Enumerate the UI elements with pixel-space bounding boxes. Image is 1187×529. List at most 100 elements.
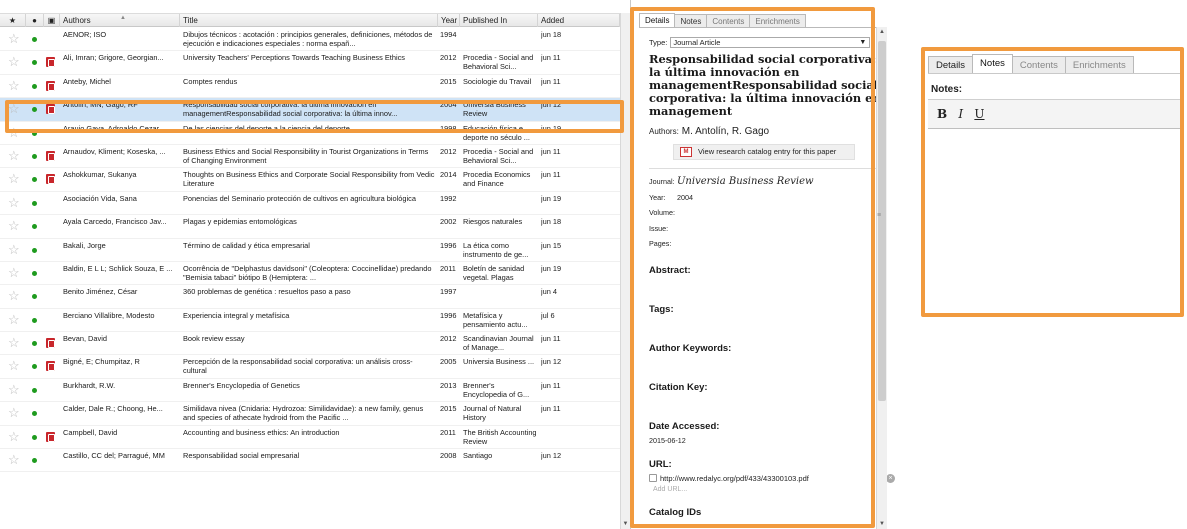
star-icon[interactable]: ☆ [8, 289, 20, 302]
underline-button[interactable]: U [974, 107, 984, 121]
table-row[interactable]: ☆ Bigné, E; Chumpitaz, R Percepción de la … [0, 355, 630, 379]
tab-enrichments[interactable]: Enrichments [1064, 56, 1134, 74]
table-row[interactable]: ☆ Bevan, David Book review essay 2012 Scandi… [0, 332, 630, 356]
read-status-icon[interactable] [32, 83, 37, 89]
read-status-icon[interactable] [32, 364, 37, 370]
read-status-icon[interactable] [32, 200, 37, 206]
table-row[interactable]: ☆ Asociación Vida, Sana Ponencias del Semi… [0, 191, 630, 216]
table-row[interactable]: ☆ AENOR; ISO Dibujos técnicos : acotación … [0, 28, 630, 52]
read-status-icon[interactable] [32, 107, 37, 113]
pdf-icon[interactable] [46, 338, 55, 349]
title-column-header[interactable]: Title [180, 14, 438, 27]
table-row[interactable]: ☆ Burkhardt, R.W. Brenner's Encyclopedia o… [0, 378, 630, 403]
reference-title[interactable]: Responsabilidad social corporativa: la ú… [649, 53, 881, 118]
scroll-down-arrow-icon[interactable]: ▼ [877, 519, 887, 529]
authors-value[interactable]: M. Antolín, R. Gago [682, 126, 769, 137]
table-row[interactable]: ☆ Araujo Gaya, Adroaldo Cezar De las cienc… [0, 121, 630, 145]
published-in-column-header[interactable]: Published In [460, 14, 538, 27]
star-icon[interactable]: ☆ [8, 336, 20, 349]
added-column-header[interactable]: Added [538, 14, 620, 27]
read-status-icon[interactable] [32, 177, 37, 183]
date-accessed-value[interactable]: 2015-06-12 [649, 436, 881, 445]
star-icon[interactable]: ☆ [8, 196, 20, 209]
italic-button[interactable]: I [958, 107, 963, 121]
star-icon[interactable]: ☆ [8, 453, 20, 466]
url-value[interactable]: http://www.redalyc.org/pdf/433/43300103.… [660, 474, 809, 483]
details-scrollbar[interactable]: ▲ ▼ [876, 27, 887, 529]
year-column-header[interactable]: Year [438, 14, 460, 27]
table-row[interactable]: ☆ Ashokkumar, Sukanya Thoughts on Business… [0, 168, 630, 192]
star-icon[interactable]: ☆ [8, 102, 20, 115]
star-icon[interactable]: ☆ [8, 219, 20, 232]
star-icon[interactable]: ☆ [8, 383, 20, 396]
read-status-column-header[interactable]: ● [26, 14, 44, 27]
star-icon[interactable]: ☆ [8, 266, 20, 279]
star-icon[interactable]: ☆ [8, 55, 20, 68]
star-icon[interactable]: ☆ [8, 149, 20, 162]
pdf-icon[interactable] [46, 361, 55, 372]
tab-enrichments[interactable]: Enrichments [749, 14, 806, 28]
pdf-icon[interactable] [46, 150, 55, 161]
add-url-link[interactable]: Add URL... [653, 486, 881, 493]
scroll-up-arrow-icon[interactable]: ▲ [877, 27, 887, 37]
table-row[interactable]: ☆ Antolín, MN; Gago, RF Responsabilidad so… [0, 98, 630, 122]
authors-column-header[interactable]: Authors ▲ [60, 14, 180, 27]
star-icon[interactable]: ☆ [8, 126, 20, 139]
read-status-icon[interactable] [32, 224, 37, 230]
table-row[interactable]: ☆ Ayala Carcedo, Francisco Jav... Plagas y… [0, 215, 630, 239]
tab-notes[interactable]: Notes [972, 54, 1013, 74]
read-status-icon[interactable] [32, 60, 37, 66]
read-status-icon[interactable] [32, 387, 37, 393]
star-icon[interactable]: ☆ [8, 406, 20, 419]
table-row[interactable]: ☆ Bakali, Jorge Término de calidad y ética… [0, 238, 630, 262]
table-row[interactable]: ☆ Baldin, E L L; Schlick Souza, E ... Ocor… [0, 261, 630, 286]
splitter-grip-icon[interactable]: ≡ [877, 212, 882, 224]
pdf-icon[interactable] [46, 104, 55, 115]
favorite-column-header[interactable]: ★ [0, 14, 26, 27]
bold-button[interactable]: B [937, 107, 947, 121]
table-row[interactable]: ☆ Arnaudov, Kliment; Koseska, ... Business… [0, 144, 630, 169]
remove-url-icon[interactable]: × [886, 473, 895, 483]
pdf-icon[interactable] [46, 80, 55, 91]
attachment-column-header[interactable]: ▣ [44, 14, 60, 27]
tab-contents[interactable]: Contents [1011, 56, 1066, 74]
tab-details[interactable]: Details [639, 13, 676, 28]
read-status-icon[interactable] [32, 270, 37, 276]
read-status-icon[interactable] [32, 317, 37, 323]
notes-editor[interactable] [928, 129, 1183, 317]
read-status-icon[interactable] [32, 341, 37, 347]
read-status-icon[interactable] [32, 153, 37, 159]
star-icon[interactable]: ☆ [8, 79, 20, 92]
star-icon[interactable]: ☆ [8, 32, 20, 45]
table-row[interactable]: ☆ Ali, Imran; Grigore, Georgian... Univers… [0, 51, 630, 75]
tab-notes[interactable]: Notes [674, 14, 708, 28]
pdf-icon[interactable] [46, 431, 55, 442]
table-row[interactable]: ☆ Calder, Dale R.; Choong, He... Similidav… [0, 402, 630, 426]
scroll-down-arrow-icon[interactable]: ▼ [621, 519, 630, 529]
star-icon[interactable]: ☆ [8, 313, 20, 326]
pdf-icon[interactable] [46, 57, 55, 68]
table-row[interactable]: ☆ Campbell, David Accounting and business … [0, 425, 630, 450]
star-icon[interactable]: ☆ [8, 430, 20, 443]
view-catalog-entry-button[interactable]: M View research catalog entry for this p… [673, 144, 855, 160]
star-icon[interactable]: ☆ [8, 359, 20, 372]
table-row[interactable]: ☆ Benito Jiménez, César 360 problemas de g… [0, 285, 630, 309]
journal-value[interactable]: Universia Business Review [677, 176, 814, 187]
read-status-icon[interactable] [32, 294, 37, 300]
tab-contents[interactable]: Contents [706, 14, 751, 28]
read-status-icon[interactable] [32, 247, 37, 253]
star-icon[interactable]: ☆ [8, 172, 20, 185]
table-row[interactable]: ☆ Anteby, Michel Comptes rendus 2015 Sociolo… [0, 74, 630, 99]
pdf-icon[interactable] [46, 174, 55, 185]
star-icon[interactable]: ☆ [8, 243, 20, 256]
table-row[interactable]: ☆ Berciano Villalibre, Modesto Experiencia… [0, 308, 630, 333]
read-status-icon[interactable] [32, 434, 37, 440]
read-status-icon[interactable] [32, 411, 37, 417]
read-status-icon[interactable] [32, 130, 37, 136]
year-value[interactable]: 2004 [677, 193, 693, 202]
read-status-icon[interactable] [32, 37, 37, 42]
list-scrollbar[interactable]: ▼ [620, 13, 630, 529]
read-status-icon[interactable] [32, 458, 37, 464]
type-select[interactable]: Journal Article ▼ [670, 37, 871, 48]
table-row[interactable]: ☆ Castillo, CC del; Parragué, MM Responsab… [0, 449, 630, 473]
